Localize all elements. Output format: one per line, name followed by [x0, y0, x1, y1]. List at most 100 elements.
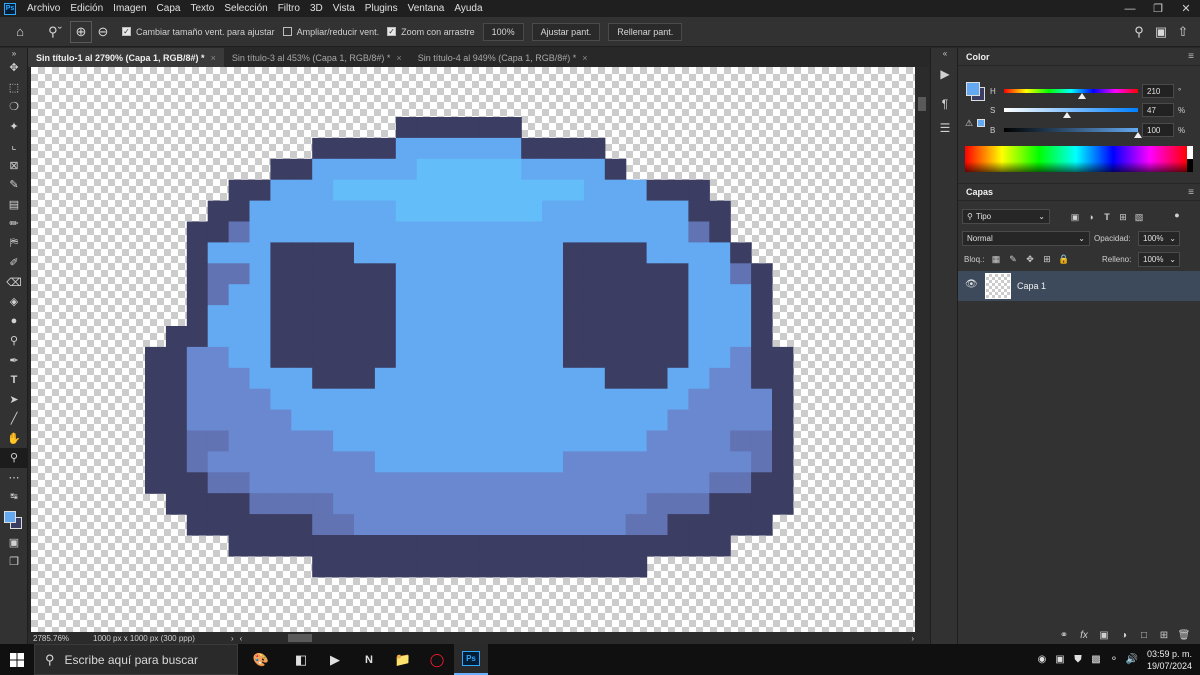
- collapse-panels-icon[interactable]: «: [931, 48, 959, 58]
- panel-menu-icon[interactable]: ≡: [1188, 51, 1194, 62]
- search-icon[interactable]: ⚲: [1128, 21, 1150, 43]
- pen-tool-icon[interactable]: ✒: [0, 351, 28, 371]
- adjustments-icon[interactable]: ☰: [931, 116, 959, 140]
- new-layer-icon[interactable]: ⊞: [1154, 630, 1174, 641]
- clone-stamp-tool-icon[interactable]: ⛿: [0, 234, 28, 254]
- zoom-in-icon[interactable]: ⊕: [70, 20, 92, 43]
- menu-filter[interactable]: Filtro: [273, 3, 305, 14]
- new-group-icon[interactable]: □: [1134, 630, 1154, 641]
- color-panel-title[interactable]: Color ≡: [958, 48, 1200, 66]
- tray-app-icon[interactable]: ▣: [1051, 644, 1069, 675]
- filter-toggle-icon[interactable]: ●: [1170, 208, 1184, 222]
- lock-artboard-icon[interactable]: ⊞: [1040, 252, 1054, 266]
- visibility-eye-icon[interactable]: 👁: [965, 279, 978, 290]
- menu-type[interactable]: Texto: [185, 3, 219, 14]
- status-menu-icon[interactable]: ›: [231, 634, 234, 643]
- security-icon[interactable]: ⛊: [1069, 644, 1087, 675]
- crop-tool-icon[interactable]: ⌞: [0, 136, 28, 156]
- close-tab-icon[interactable]: ×: [582, 53, 587, 63]
- filter-pixel-icon[interactable]: ▣: [1068, 210, 1082, 224]
- eraser-tool-icon[interactable]: ⌫: [0, 273, 28, 293]
- history-brush-tool-icon[interactable]: ✐: [0, 253, 28, 273]
- search-highlight-icon[interactable]: 🎨: [238, 644, 284, 675]
- close-icon[interactable]: ✕: [1172, 0, 1200, 17]
- scroll-right-icon[interactable]: ›: [911, 634, 914, 643]
- vertical-scrollbar[interactable]: [915, 67, 929, 632]
- lock-all-icon[interactable]: 🔒: [1057, 252, 1071, 266]
- blur-tool-icon[interactable]: ●: [0, 312, 28, 332]
- healing-brush-tool-icon[interactable]: ▤: [0, 195, 28, 215]
- lock-transparent-icon[interactable]: ▦: [989, 252, 1003, 266]
- paint-bucket-tool-icon[interactable]: ◈: [0, 292, 28, 312]
- canvas[interactable]: [31, 67, 915, 632]
- zoom-readout[interactable]: 2785.76%: [33, 634, 93, 643]
- hue-value-field[interactable]: 210: [1142, 84, 1174, 98]
- taskbar-search-box[interactable]: ⚲ Escribe aquí para buscar: [34, 644, 238, 675]
- zoom-all-windows-checkbox[interactable]: Ampliar/reducir vent.: [282, 27, 379, 37]
- dodge-tool-icon[interactable]: ⚲: [0, 331, 28, 351]
- resize-windows-checkbox[interactable]: ✓ Cambiar tamaño vent. para ajustar: [122, 27, 275, 37]
- zoom-out-icon[interactable]: ⊖: [92, 21, 114, 43]
- link-layers-icon[interactable]: ⚭: [1054, 630, 1074, 641]
- network-icon[interactable]: ▩: [1087, 644, 1105, 675]
- windows-start-icon[interactable]: [0, 644, 34, 675]
- zoom-tool-preset-icon[interactable]: ⚲ˇ: [40, 21, 70, 43]
- minimize-icon[interactable]: —: [1116, 0, 1144, 17]
- layer-filter-dropdown[interactable]: ⚲ Tipo ⌄: [962, 209, 1050, 224]
- color-panel-foreground-swatch[interactable]: [966, 82, 980, 96]
- frame-tool-icon[interactable]: ⊠: [0, 156, 28, 176]
- hue-slider-handle[interactable]: [1078, 93, 1087, 99]
- hue-slider[interactable]: [1004, 89, 1138, 99]
- fill-field[interactable]: 100% ⌄: [1138, 252, 1180, 267]
- close-tab-icon[interactable]: ×: [396, 53, 401, 63]
- brightness-value-field[interactable]: 100: [1142, 123, 1174, 137]
- fill-screen-button[interactable]: Rellenar pant.: [608, 22, 683, 41]
- restore-icon[interactable]: ❐: [1144, 0, 1172, 17]
- type-tool-icon[interactable]: T: [0, 370, 28, 390]
- clock[interactable]: 03:59 p. m. 19/07/2024: [1147, 648, 1192, 672]
- workspace-icon[interactable]: ▣: [1150, 21, 1172, 43]
- menu-layer[interactable]: Capa: [152, 3, 186, 14]
- brightness-slider[interactable]: [1004, 128, 1142, 138]
- task-view-icon[interactable]: ◧: [284, 644, 318, 675]
- eyedropper-tool-icon[interactable]: ✎: [0, 175, 28, 195]
- brightness-slider-handle[interactable]: [1134, 132, 1142, 138]
- scrubby-zoom-checkbox[interactable]: ✓ Zoom con arrastre: [387, 27, 475, 37]
- opacity-field[interactable]: 100% ⌄: [1138, 231, 1180, 246]
- color-spectrum[interactable]: [965, 146, 1187, 172]
- play-icon[interactable]: ▶: [931, 62, 959, 86]
- add-mask-icon[interactable]: ▣: [1094, 630, 1114, 641]
- filter-shape-icon[interactable]: ⊞: [1116, 210, 1130, 224]
- marquee-tool-icon[interactable]: ⬚: [0, 78, 28, 98]
- filter-type-icon[interactable]: T: [1100, 210, 1114, 224]
- lasso-tool-icon[interactable]: ❍: [0, 97, 28, 117]
- tab-document-3[interactable]: Sin título-3 al 453% (Capa 1, RGB/8#) * ×: [224, 48, 410, 67]
- screen-mode-icon[interactable]: ❐: [0, 552, 28, 572]
- black-white-ramp[interactable]: [1187, 146, 1193, 172]
- discord-icon[interactable]: ◉: [1033, 644, 1051, 675]
- lock-image-icon[interactable]: ✎: [1006, 252, 1020, 266]
- photoshop-taskbar-icon[interactable]: Ps: [454, 644, 488, 675]
- delete-layer-icon[interactable]: 🗑: [1174, 630, 1194, 641]
- layers-panel-title[interactable]: Capas ≡: [958, 183, 1200, 201]
- menu-select[interactable]: Selección: [219, 3, 272, 14]
- gamut-color-swatch[interactable]: [977, 119, 985, 127]
- gamut-warning-icon[interactable]: ⚠: [965, 118, 973, 129]
- scroll-thumb[interactable]: [918, 97, 926, 111]
- new-adjustment-layer-icon[interactable]: ◑: [1114, 630, 1134, 641]
- opera-icon[interactable]: ◯: [420, 644, 454, 675]
- tab-document-1[interactable]: Sin título-1 al 2790% (Capa 1, RGB/8#) *…: [28, 48, 224, 67]
- paragraph-icon[interactable]: ¶: [931, 92, 959, 116]
- scroll-left-icon[interactable]: ‹: [240, 634, 243, 643]
- hand-tool-icon[interactable]: ✋: [0, 429, 28, 449]
- quick-mask-icon[interactable]: ▣: [0, 533, 28, 553]
- menu-image[interactable]: Imagen: [108, 3, 151, 14]
- saturation-slider-handle[interactable]: [1062, 112, 1071, 118]
- layer-row[interactable]: 👁 Capa 1: [958, 271, 1200, 301]
- filter-smart-object-icon[interactable]: ▧: [1132, 210, 1146, 224]
- fit-screen-button[interactable]: Ajustar pant.: [531, 22, 601, 41]
- menu-plugins[interactable]: Plugins: [360, 3, 403, 14]
- path-selection-tool-icon[interactable]: ➤: [0, 390, 28, 410]
- panel-menu-icon[interactable]: ≡: [1188, 187, 1194, 198]
- brush-tool-icon[interactable]: ✏: [0, 214, 28, 234]
